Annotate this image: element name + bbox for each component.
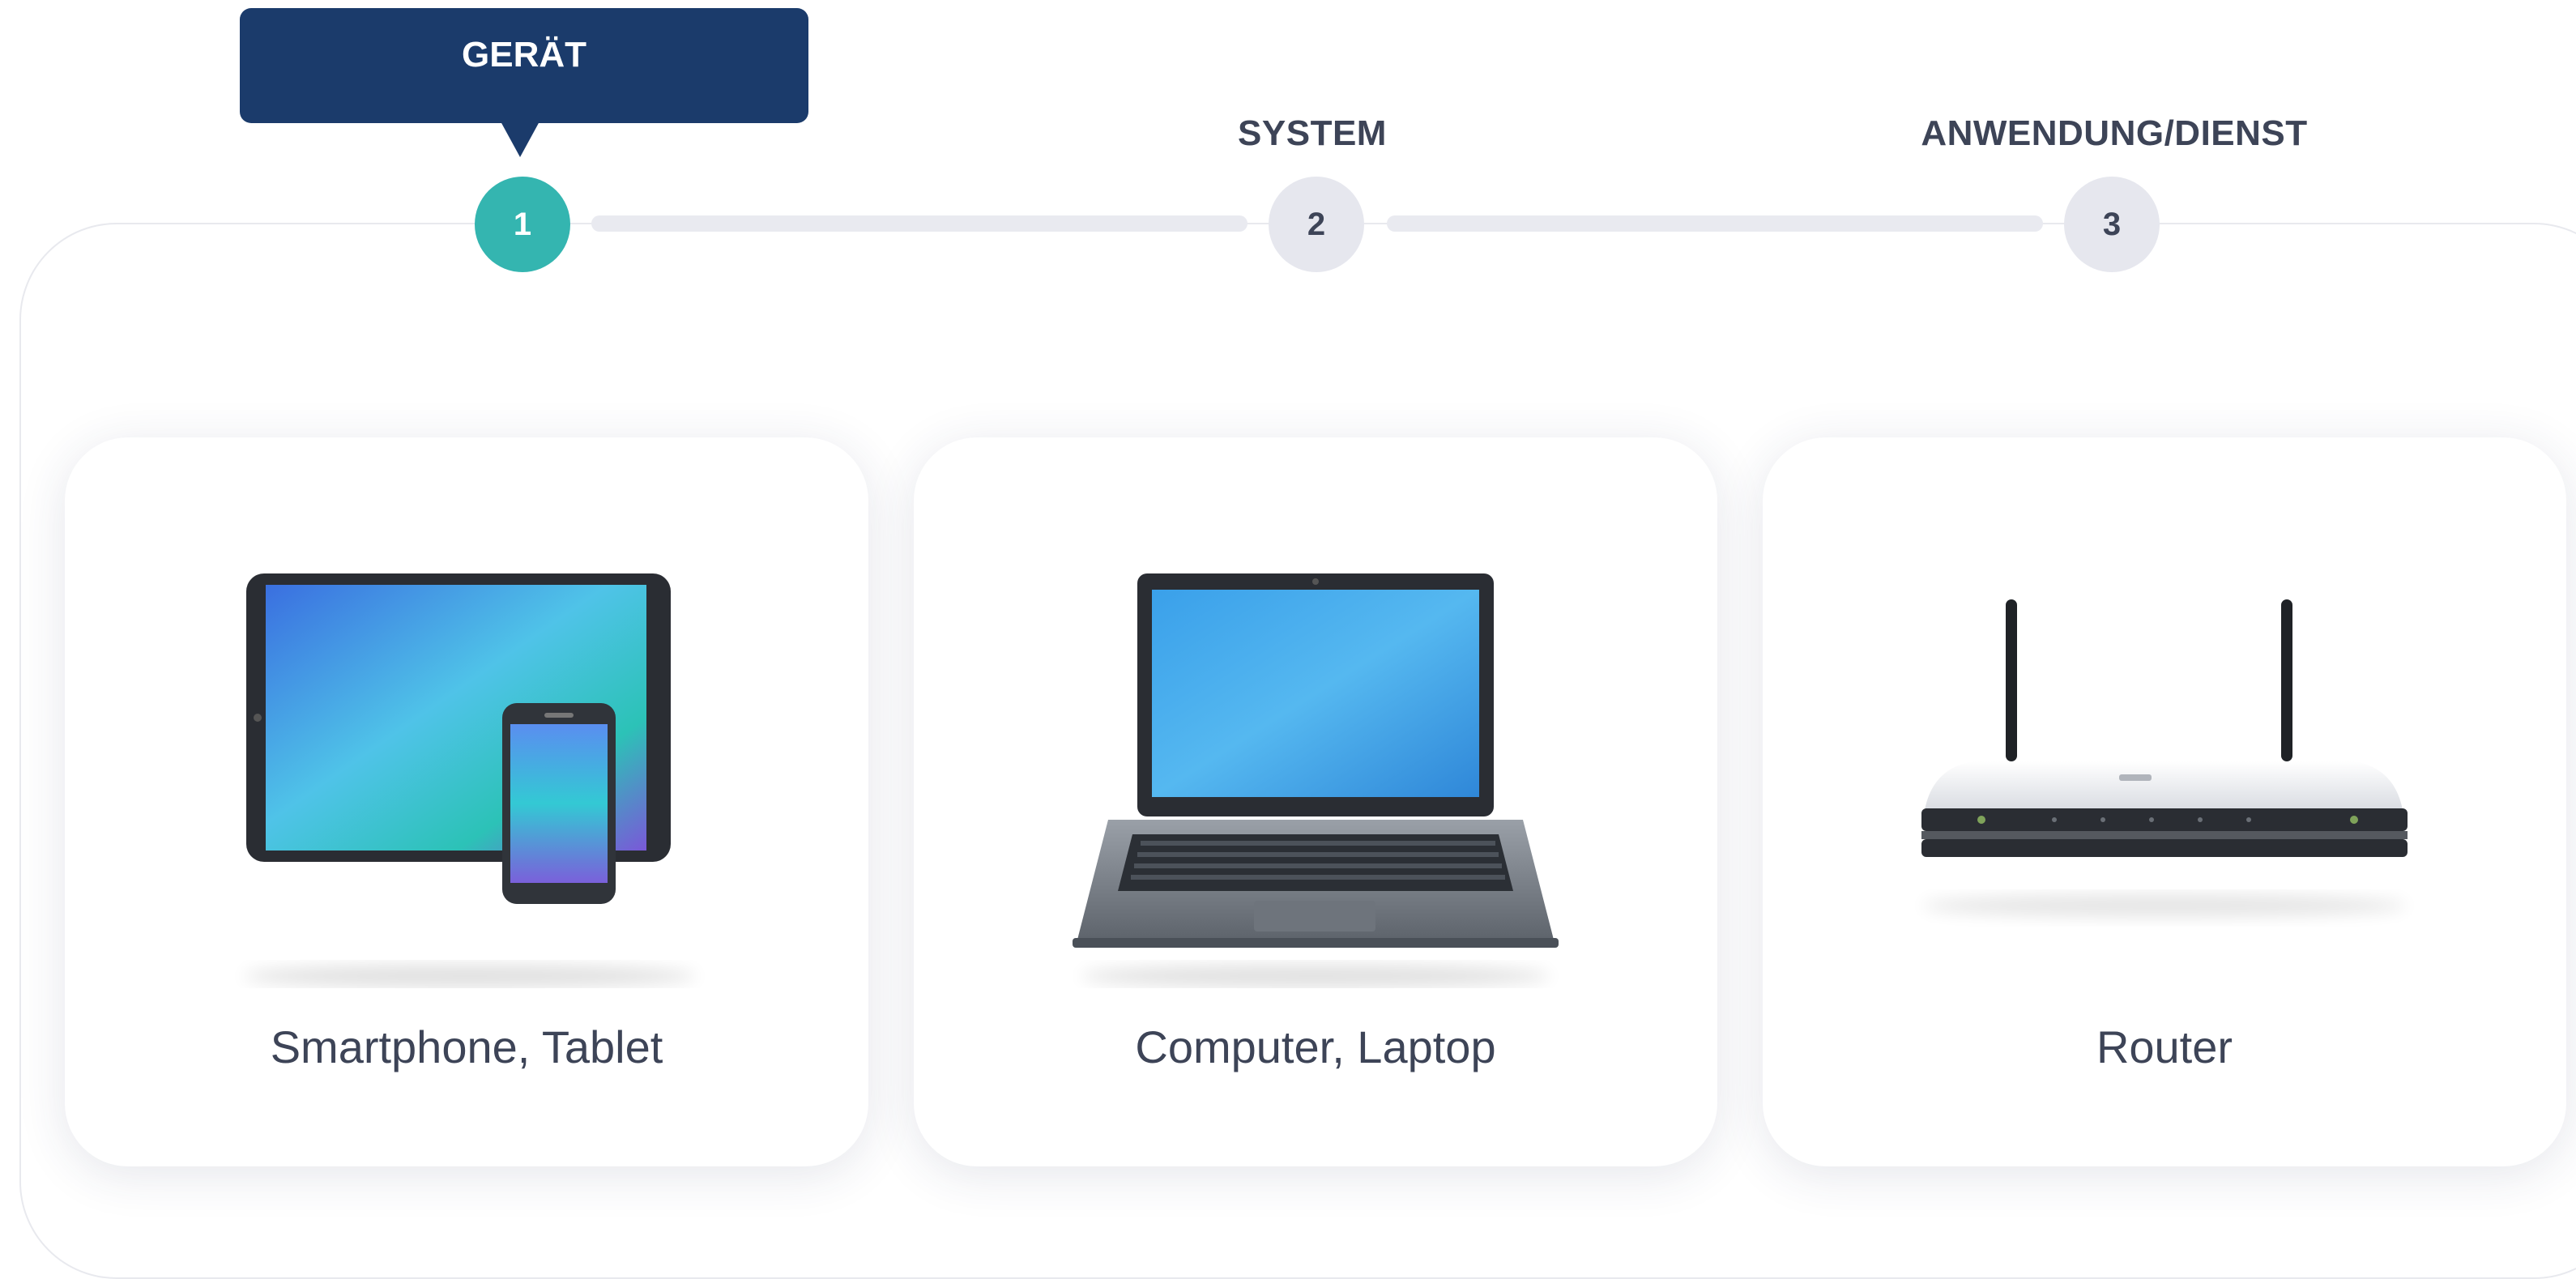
step-connector-1-2 [591, 215, 1247, 232]
active-step-tooltip: GERÄT [240, 8, 808, 123]
device-card-computer-laptop[interactable]: Computer, Laptop [914, 437, 1717, 1166]
step-2-circle[interactable]: 2 [1269, 177, 1364, 272]
device-card-router[interactable]: Router [1763, 437, 2566, 1166]
step-connector-2-3 [1387, 215, 2043, 232]
laptop-icon [1073, 573, 1559, 987]
device-label: Router [2096, 1021, 2233, 1072]
tablet-smartphone-icon [243, 573, 697, 987]
step-1-circle[interactable]: 1 [475, 177, 570, 272]
device-label: Smartphone, Tablet [270, 1021, 663, 1072]
device-label: Computer, Laptop [1135, 1021, 1496, 1072]
step-2-label: SYSTEM [1238, 113, 1387, 153]
step-3-label: ANWENDUNG/DIENST [1921, 113, 2308, 153]
tooltip-arrow [501, 122, 540, 157]
step-3-circle[interactable]: 3 [2064, 177, 2160, 272]
router-icon [1921, 599, 2408, 917]
device-card-smartphone-tablet[interactable]: Smartphone, Tablet [65, 437, 868, 1166]
step-1-label: GERÄT [462, 35, 586, 75]
